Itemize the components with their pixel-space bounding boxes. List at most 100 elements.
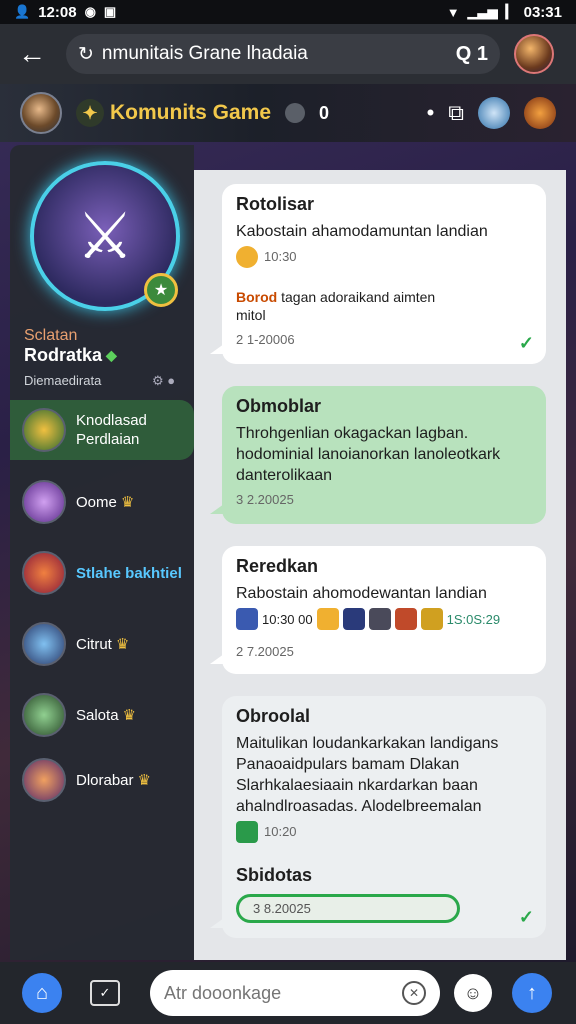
sticker-picker-icon[interactable]: ✓ bbox=[90, 980, 120, 1006]
sidebar-item-member[interactable]: Citrut ♛ bbox=[10, 614, 194, 674]
member-avatar[interactable] bbox=[524, 97, 556, 129]
message-date: 3 2.20025 bbox=[236, 492, 294, 507]
profile-avatar[interactable] bbox=[514, 34, 554, 74]
sidebar-item-member[interactable]: Dlorabar ♛ bbox=[10, 750, 194, 810]
send-icon[interactable]: ↑ bbox=[512, 973, 552, 1013]
group-title-text: Komunits Game bbox=[110, 101, 272, 124]
message-sender: Obroolal bbox=[236, 706, 311, 726]
hero-name: Rodratka ◆ bbox=[24, 345, 117, 366]
member-avatar[interactable] bbox=[478, 97, 510, 129]
clear-icon[interactable]: ✕ bbox=[402, 981, 426, 1005]
message-date: 2 7.20025 bbox=[236, 644, 294, 659]
sidebar: ⚔ ★ Sclatan Rodratka ◆ Diemaedirata ⚙ ● … bbox=[10, 145, 194, 960]
status-time-left: 12:08 bbox=[38, 3, 77, 21]
message-sender: Rotolisar bbox=[236, 194, 315, 214]
sidebar-item-label: Citrut ♛ bbox=[76, 635, 130, 653]
more-dot-icon[interactable]: • bbox=[427, 100, 435, 126]
read-check-icon: ✓ bbox=[518, 907, 534, 927]
settings-icon[interactable]: ⚙ ● bbox=[152, 373, 175, 389]
back-arrow-icon[interactable]: ← bbox=[12, 34, 52, 74]
message-footer-title: Sbidotas bbox=[236, 865, 313, 885]
group-avatar[interactable] bbox=[20, 92, 62, 134]
message-body: Maitulikan loudankarkakan landigans Pana… bbox=[236, 735, 499, 815]
sticker-icon bbox=[236, 608, 258, 630]
sticker-icon bbox=[420, 608, 443, 630]
sidebar-item-label: Salota ♛ bbox=[76, 706, 136, 724]
bottom-bar: ⌂ ✓ ✕ ☺ ↑ bbox=[0, 962, 576, 1024]
message-body: Rabostain ahomodewantan landian bbox=[236, 585, 487, 602]
top-app-bar: ← ↻ nmunitais Grane lhadaia Q 1 bbox=[0, 24, 576, 84]
message-body: Kabostain ahamodamuntan landian bbox=[236, 223, 488, 240]
crown-icon: ♛ bbox=[122, 706, 136, 724]
crown-icon: ♛ bbox=[115, 635, 130, 653]
home-icon[interactable]: ⌂ bbox=[22, 973, 62, 1013]
game-logo-icon: ✦ bbox=[76, 99, 104, 127]
sticker-icon bbox=[342, 608, 365, 630]
message-extra2: mitol bbox=[236, 307, 266, 323]
sticker-icon bbox=[368, 608, 391, 630]
message-body: Throhgenlian okagackan lagban. hodominia… bbox=[236, 425, 501, 484]
message-sender: Reredkan bbox=[236, 556, 319, 576]
channel-avatar bbox=[22, 408, 66, 452]
message-input[interactable] bbox=[164, 982, 402, 1004]
chat-message[interactable]: Reredkan Rabostain ahomodewantan landian… bbox=[210, 546, 546, 674]
hero-subtitle: Sclatan bbox=[24, 327, 78, 344]
hero-status: Diemaedirata bbox=[24, 373, 102, 388]
chat-title: nmunitais Grane lhadaia bbox=[101, 43, 308, 64]
message-input-wrap: ✕ bbox=[150, 970, 440, 1016]
emoji-icon bbox=[236, 246, 258, 268]
message-sender: Obmoblar bbox=[236, 396, 322, 416]
sticker-caption: 1S:0S:29 bbox=[446, 611, 501, 627]
status-dot-icon bbox=[285, 103, 306, 123]
member-count-badge: Q 1 bbox=[455, 42, 488, 65]
group-title: ✦ Komunits Game bbox=[76, 99, 271, 127]
share-screen-icon[interactable]: ⧉ bbox=[448, 100, 464, 126]
sidebar-item-label: Stlahe bakhtiel bbox=[76, 564, 182, 582]
sidebar-item-label: Dlorabar ♛ bbox=[76, 771, 151, 789]
online-count: 0 bbox=[319, 102, 330, 123]
status-time-right: 03:31 bbox=[523, 3, 562, 21]
sticker-caption: 10:30 00 bbox=[262, 611, 313, 627]
sidebar-item-member[interactable]: Oome ♛ bbox=[10, 472, 194, 532]
message-extra: tagan adoraikand aimten bbox=[281, 289, 436, 305]
member-avatar bbox=[22, 551, 66, 595]
member-avatar bbox=[22, 622, 66, 666]
message-time: 10:20 bbox=[264, 824, 297, 840]
crown-icon: ♛ bbox=[137, 771, 151, 789]
notification-icon: 👤 bbox=[14, 4, 31, 19]
status-bar: 👤 12:08 ◉ ▣ ▼ ▁▃▅ ▎ 03:31 bbox=[0, 0, 576, 24]
hero-character-icon: ⚔ bbox=[76, 199, 134, 272]
wifi-icon: ▼ bbox=[446, 4, 460, 20]
sidebar-item-channel[interactable]: Knodlasad Perdlaian bbox=[10, 400, 194, 460]
level-badge-icon: ★ bbox=[144, 273, 178, 307]
signal-icon: ▁▃▅ bbox=[467, 4, 498, 19]
verified-icon: ◆ bbox=[106, 347, 117, 363]
message-mention: Borod bbox=[236, 289, 278, 305]
sticker-row: 10:30 00 1S:0S:29 bbox=[236, 608, 532, 630]
image-icon: ▣ bbox=[103, 4, 117, 19]
read-check-icon: ✓ bbox=[518, 333, 534, 353]
chat-message[interactable]: Obroolal Maitulikan loudankarkakan landi… bbox=[210, 696, 546, 938]
sidebar-item-member[interactable]: Salota ♛ bbox=[10, 685, 194, 745]
message-time: 10:30 bbox=[264, 249, 297, 265]
hero-name-text: Rodratka bbox=[24, 345, 103, 365]
loading-icon: ↻ bbox=[78, 43, 94, 65]
crown-icon: ♛ bbox=[120, 493, 135, 511]
chat-message[interactable]: Rotolisar Kabostain ahamodamuntan landia… bbox=[210, 184, 546, 364]
chat-title-pill[interactable]: ↻ nmunitais Grane lhadaia Q 1 bbox=[66, 34, 500, 74]
sidebar-item-member[interactable]: Stlahe bakhtiel bbox=[10, 543, 194, 603]
chat-message[interactable]: Obmoblar Throhgenlian okagackan lagban. … bbox=[210, 386, 546, 524]
sidebar-item-label: Knodlasad Perdlaian bbox=[76, 412, 147, 448]
sidebar-item-label: Oome ♛ bbox=[76, 493, 135, 511]
message-date: 3 8.20025 bbox=[236, 894, 460, 923]
member-avatar bbox=[22, 693, 66, 737]
chat-panel[interactable]: Rotolisar Kabostain ahamodamuntan landia… bbox=[194, 170, 566, 960]
member-avatar bbox=[22, 758, 66, 802]
group-banner: ✦ Komunits Game 0 • ⧉ bbox=[0, 84, 576, 142]
message-date: 2 1-20006 bbox=[236, 332, 295, 347]
emoji-picker-icon[interactable]: ☺ bbox=[454, 974, 492, 1012]
battery-icon: ▎ bbox=[505, 4, 516, 19]
sticker-icon bbox=[394, 608, 417, 630]
member-avatar bbox=[22, 480, 66, 524]
sticker-icon bbox=[316, 608, 339, 630]
